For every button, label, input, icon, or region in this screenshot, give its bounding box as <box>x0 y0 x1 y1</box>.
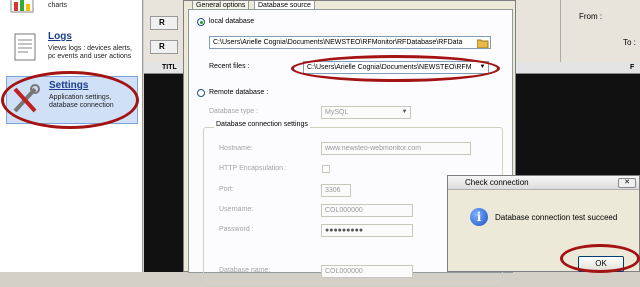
database-type-select[interactable]: MySQL ▼ <box>321 106 411 119</box>
open-folder-icon[interactable] <box>476 38 489 50</box>
highlight-ellipse <box>560 244 640 273</box>
recent-files-label: Recent files : <box>209 63 250 70</box>
sidebar-item-title[interactable]: Logs <box>48 31 72 42</box>
toolbar-button[interactable]: R <box>150 40 178 54</box>
close-icon[interactable]: ✕ <box>618 178 636 188</box>
dialog-message: Database connection test succeed <box>495 213 618 222</box>
sidebar-item-logs[interactable]: Logs Views logs : devices alerts, pc eve… <box>6 29 138 73</box>
dialog-titlebar: Check connection ✕ <box>448 176 639 190</box>
sidebar-item-measures[interactable]: View measures in tables and charts <box>6 0 138 20</box>
highlight-ellipse <box>291 55 500 82</box>
remote-database-radio[interactable] <box>197 89 205 97</box>
grid-header-right: F <box>630 64 635 71</box>
hostname-field[interactable]: www.newsteo-webmonitor.com <box>321 142 471 155</box>
dialog-title: Check connection <box>465 178 529 187</box>
database-type-value: MySQL <box>325 109 349 116</box>
database-name-label: Database name: <box>219 267 271 274</box>
local-database-label: local database <box>209 18 255 25</box>
sidebar-nav: View measures in tables and charts Logs … <box>0 0 143 272</box>
from-label: From : <box>579 12 603 21</box>
remote-database-label: Remote database : <box>209 89 269 96</box>
port-field[interactable]: 3306 <box>321 184 351 197</box>
http-encapsulation-label: HTTP Encapsulation : <box>219 165 287 172</box>
date-range-panel: From : To : <box>560 0 640 62</box>
sidebar-item-desc: View measures in tables and charts <box>48 0 137 9</box>
http-encapsulation-checkbox[interactable] <box>322 165 330 173</box>
toolbar-button[interactable]: R <box>150 16 178 30</box>
local-database-radio[interactable] <box>197 18 205 26</box>
hostname-label: Hostname: <box>219 145 253 152</box>
highlight-ellipse <box>1 71 139 129</box>
username-field[interactable]: COL000000 <box>321 204 413 217</box>
sidebar-item-desc: Views logs : devices alerts, pc events a… <box>48 45 132 60</box>
password-field[interactable]: ●●●●●●●●● <box>321 224 413 237</box>
to-label: To : <box>623 38 636 47</box>
group-title: Database connection settings <box>214 121 310 128</box>
database-type-label: Database type : <box>209 108 259 115</box>
chart-icon <box>8 0 42 16</box>
info-icon: i <box>470 208 488 226</box>
document-icon <box>8 32 42 66</box>
password-label: Password : <box>219 226 254 233</box>
database-path-field[interactable]: C:\Users\Arielle Cognia\Documents\NEWSTE… <box>209 36 491 49</box>
username-label: Username: <box>219 206 254 213</box>
port-label: Port: <box>219 186 234 193</box>
check-connection-dialog: Check connection ✕ i Database connection… <box>447 175 640 273</box>
grid-header-title: TITL <box>162 64 177 71</box>
chevron-down-icon[interactable]: ▼ <box>399 107 410 118</box>
